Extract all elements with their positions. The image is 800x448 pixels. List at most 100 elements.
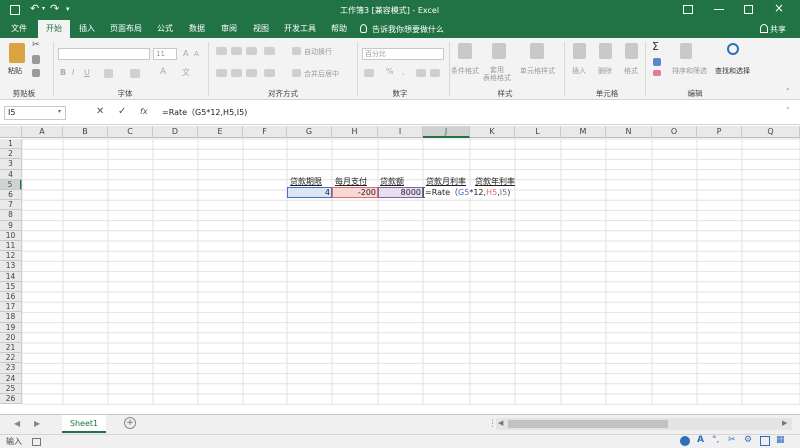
- fill-icon[interactable]: [653, 58, 661, 66]
- tools-icon[interactable]: ✂: [728, 435, 736, 445]
- cell-g4[interactable]: 贷款期限: [290, 176, 322, 187]
- insert-function-icon[interactable]: fx: [140, 107, 148, 116]
- tab-page-layout[interactable]: 页面布局: [104, 20, 148, 38]
- cancel-icon[interactable]: ✕: [96, 106, 104, 117]
- decrease-font-icon[interactable]: A: [194, 50, 199, 58]
- cell-g5[interactable]: 4: [287, 187, 330, 198]
- redo-icon[interactable]: ↷: [50, 2, 59, 15]
- tab-insert[interactable]: 插入: [72, 20, 102, 38]
- cell-h5[interactable]: -200: [332, 187, 376, 198]
- cell-i5[interactable]: 8000: [378, 187, 421, 198]
- maximize-button[interactable]: [744, 5, 753, 14]
- ime-icon[interactable]: [680, 436, 690, 446]
- find-select-button[interactable]: 查找和选择: [715, 66, 750, 76]
- cell-i4[interactable]: 贷款额: [380, 176, 404, 187]
- format-cells-button[interactable]: 格式: [624, 66, 638, 76]
- cut-icon[interactable]: ✂: [32, 40, 40, 50]
- share-button[interactable]: 共享: [770, 24, 786, 35]
- align-center-icon[interactable]: [231, 69, 242, 77]
- prev-sheet-icon[interactable]: ◀: [14, 419, 20, 428]
- collapse-ribbon-icon[interactable]: ˄: [786, 88, 790, 96]
- align-right-icon[interactable]: [246, 69, 257, 77]
- tab-help[interactable]: 帮助: [324, 20, 354, 38]
- expand-formula-bar-icon[interactable]: ˅: [786, 107, 790, 115]
- undo-icon[interactable]: ↶: [30, 2, 39, 15]
- font-size-select[interactable]: 11: [153, 48, 177, 60]
- delete-cells-button[interactable]: 删除: [598, 66, 612, 76]
- italic-icon[interactable]: I: [72, 68, 74, 77]
- formula-input[interactable]: =Rate（G5*12,H5,I5): [162, 107, 247, 118]
- tab-developer[interactable]: 开发工具: [278, 20, 322, 38]
- customize-qat-icon[interactable]: ▾: [66, 5, 70, 13]
- borders-icon[interactable]: [104, 69, 113, 78]
- align-left-icon[interactable]: [216, 69, 227, 77]
- ribbon-display-options-icon[interactable]: [683, 5, 693, 14]
- font-name-select[interactable]: [58, 48, 150, 60]
- close-button[interactable]: ×: [774, 1, 784, 15]
- middle-align-icon[interactable]: [231, 47, 242, 55]
- paste-icon[interactable]: [9, 43, 25, 63]
- share-icon[interactable]: [760, 24, 768, 33]
- horizontal-scrollbar[interactable]: ◀ ▶: [496, 418, 792, 430]
- font-color-icon[interactable]: A: [160, 67, 166, 77]
- percent-icon[interactable]: %: [386, 67, 394, 76]
- conditional-format-button[interactable]: 条件格式: [451, 66, 479, 76]
- next-sheet-icon[interactable]: ▶: [34, 419, 40, 428]
- name-box[interactable]: I5: [4, 106, 66, 120]
- grid-icon[interactable]: ▦: [776, 435, 785, 445]
- top-align-icon[interactable]: [216, 47, 227, 55]
- conditional-format-icon[interactable]: [458, 43, 472, 59]
- settings-icon[interactable]: ⚙: [744, 435, 752, 445]
- indent-icon[interactable]: [264, 69, 275, 77]
- tab-data[interactable]: 数据: [182, 20, 212, 38]
- autosum-icon[interactable]: Σ: [652, 40, 659, 53]
- tab-review[interactable]: 审阅: [214, 20, 244, 38]
- new-sheet-icon[interactable]: +: [124, 417, 136, 429]
- format-as-table-icon[interactable]: [492, 43, 506, 59]
- tab-file[interactable]: 文件: [4, 20, 34, 38]
- merge-center-icon[interactable]: [292, 69, 301, 77]
- find-select-icon[interactable]: [727, 43, 739, 55]
- underline-icon[interactable]: U: [84, 68, 90, 77]
- scroll-left-icon[interactable]: ◀: [498, 419, 503, 427]
- increase-decimal-icon[interactable]: [416, 69, 426, 77]
- undo-dropdown-icon[interactable]: ▾: [42, 5, 45, 12]
- insert-cells-button[interactable]: 插入: [572, 66, 586, 76]
- enter-icon[interactable]: ✓: [118, 106, 126, 117]
- tab-formulas[interactable]: 公式: [150, 20, 180, 38]
- worksheet-grid[interactable]: ABCDEFGHIJKLMNOPQ 1 2 3 4 5 6 7 8 9 10 11 12 13 14 15 1…: [0, 126, 800, 414]
- decrease-decimal-icon[interactable]: [430, 69, 440, 77]
- sort-filter-icon[interactable]: [680, 43, 692, 59]
- cell-styles-icon[interactable]: [530, 43, 544, 59]
- insert-cells-icon[interactable]: [573, 43, 586, 59]
- tab-home[interactable]: 开始: [38, 20, 70, 38]
- format-cells-icon[interactable]: [625, 43, 638, 59]
- bold-icon[interactable]: B: [60, 68, 66, 77]
- ime-punct-icon[interactable]: °,: [712, 435, 719, 445]
- orientation-icon[interactable]: [264, 47, 275, 55]
- tell-me-input[interactable]: 告诉我你想要做什么: [372, 24, 444, 35]
- macro-record-icon[interactable]: [32, 438, 41, 446]
- merge-center-button[interactable]: 合并后居中: [304, 69, 339, 79]
- skin-icon[interactable]: [760, 436, 770, 446]
- wrap-text-icon[interactable]: [292, 47, 301, 55]
- minimize-button[interactable]: [714, 9, 724, 10]
- copy-icon[interactable]: [32, 55, 40, 64]
- cell-j5-formula[interactable]: =Rate（G5*12,H5,I5): [425, 187, 511, 198]
- sheet-tab-sheet1[interactable]: Sheet1: [62, 415, 106, 433]
- cell-j4[interactable]: 贷款月利率: [426, 176, 466, 187]
- cell-k4[interactable]: 贷款年利率: [475, 176, 515, 187]
- comma-style-icon[interactable]: ,: [402, 67, 405, 76]
- ime-mode-icon[interactable]: A: [697, 435, 704, 445]
- fill-color-icon[interactable]: [130, 69, 140, 78]
- delete-cells-icon[interactable]: [599, 43, 612, 59]
- currency-icon[interactable]: [364, 69, 374, 77]
- clear-icon[interactable]: [653, 70, 661, 76]
- cell-styles-button[interactable]: 单元格样式: [520, 66, 555, 76]
- scroll-thumb[interactable]: [508, 420, 668, 428]
- sort-filter-button[interactable]: 排序和筛选: [672, 66, 707, 76]
- number-format-select[interactable]: 百分比: [362, 48, 444, 60]
- name-box-dropdown-icon[interactable]: ▾: [58, 108, 61, 115]
- phonetic-icon[interactable]: 文: [182, 67, 190, 78]
- wrap-text-button[interactable]: 自动换行: [304, 47, 332, 57]
